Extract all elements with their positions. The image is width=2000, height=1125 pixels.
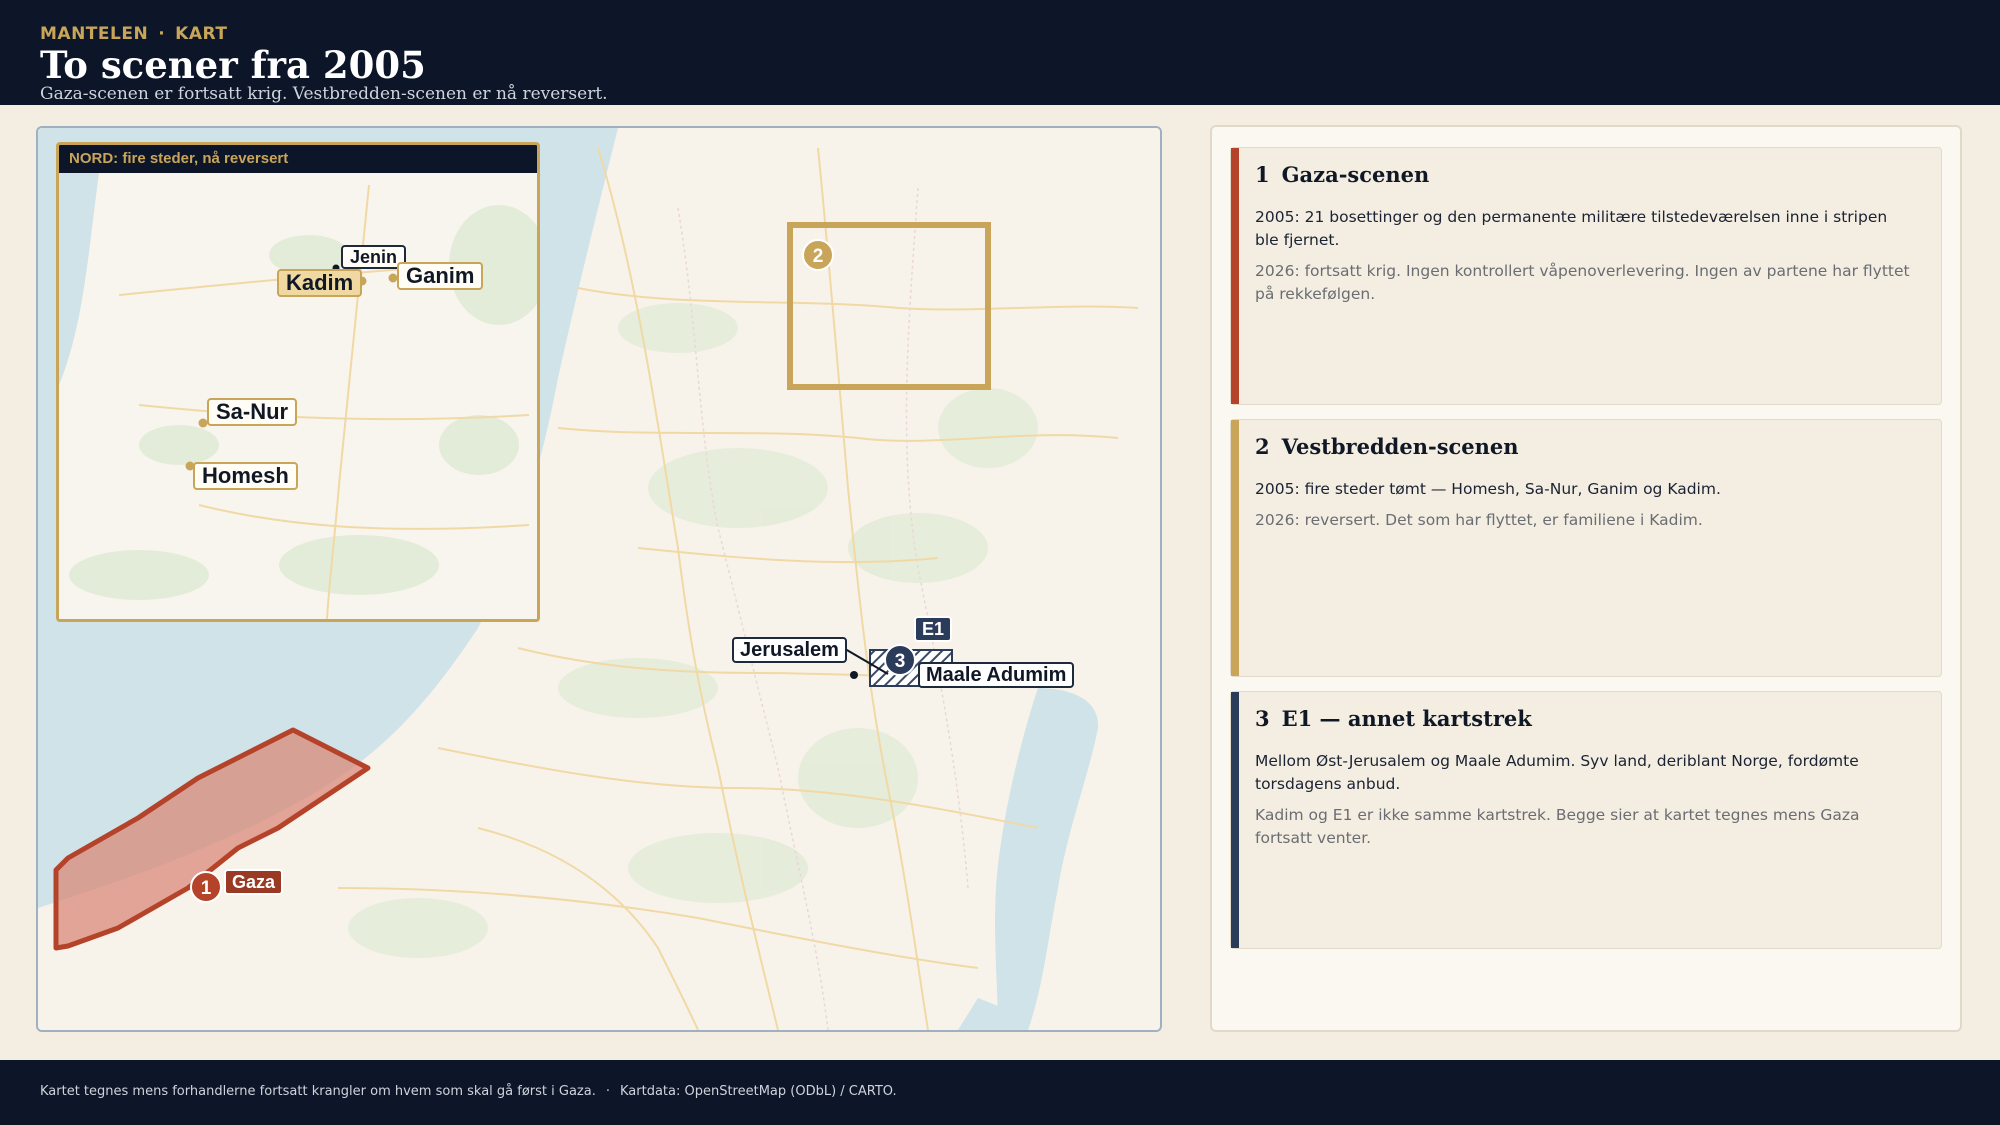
page-title: To scener fra 2005: [40, 43, 426, 87]
card-gaza-scene[interactable]: 1 Gaza-scenen 2005: 21 bosettinger og den…: [1230, 147, 1942, 405]
footer-credit[interactable]: Kartdata: OpenStreetMap (ODbL) / CARTO.: [620, 1084, 897, 1099]
card-title: 2 Vestbredden-scenen: [1255, 434, 1519, 459]
section-kicker: MANTELEN · KART: [40, 24, 227, 44]
card-number: 3: [1255, 706, 1270, 731]
marker-2[interactable]: 2: [802, 239, 834, 271]
card-number: 2: [1255, 434, 1270, 459]
kicker-section[interactable]: MANTELEN: [40, 24, 148, 44]
card-number: 1: [1255, 162, 1270, 187]
card-title: 1 Gaza-scenen: [1255, 162, 1429, 187]
inset-basemap: [59, 145, 537, 619]
inset-label-kadim[interactable]: Kadim: [277, 269, 363, 297]
marker-1[interactable]: 1: [190, 871, 222, 903]
footer-separator: ·: [605, 1084, 610, 1099]
e1-label[interactable]: E1: [914, 616, 953, 642]
inset-label-ganim[interactable]: Ganim: [397, 262, 484, 290]
footer-note: Kartet tegnes mens forhandlerne fortsatt…: [40, 1084, 596, 1099]
map-panel[interactable]: 2 Jerusalem E1 3 Maale Adumim 1 Gaza NOR…: [36, 126, 1162, 1032]
card-text-2005: 2005: fire steder tømt — Homesh, Sa-Nur,…: [1255, 480, 1721, 498]
card-text-2026: Kadim og E1 er ikke samme kartstrek. Beg…: [1255, 806, 1860, 847]
card-accent-bar: [1231, 148, 1239, 404]
card-text-2026: 2026: fortsatt krig. Ingen kontrollert v…: [1255, 262, 1910, 303]
inset-title: NORD: fire steder, nå reversert: [59, 145, 537, 173]
card-text-2005: 2005: 21 bosettinger og den permanente m…: [1255, 208, 1888, 249]
page-footer: Kartet tegnes mens forhandlerne fortsatt…: [0, 1060, 2000, 1125]
card-title-text: Gaza-scenen: [1281, 162, 1430, 187]
maale-adumim-label[interactable]: Maale Adumim: [918, 662, 1075, 688]
north-inset[interactable]: NORD: fire steder, nå reversert Jenin Ka…: [56, 142, 540, 622]
card-e1[interactable]: 3 E1 — annet kartstrek Mellom Øst-Jerusal…: [1230, 691, 1942, 949]
page-header: MANTELEN · KART To scener fra 2005 Gaza-sc…: [0, 0, 2000, 105]
scenes-panel: 1 Gaza-scenen 2005: 21 bosettinger og den…: [1210, 125, 1962, 1032]
gaza-label[interactable]: Gaza: [224, 869, 284, 895]
card-title-text: E1 — annet kartstrek: [1281, 706, 1532, 731]
inset-label-homesh[interactable]: Homesh: [193, 462, 298, 490]
page-subtitle: Gaza-scenen er fortsatt krig. Vestbredde…: [40, 84, 608, 104]
card-text-2005: Mellom Øst-Jerusalem og Maale Adumim. Sy…: [1255, 752, 1859, 793]
inset-label-sa-nur[interactable]: Sa-Nur: [207, 398, 298, 426]
jerusalem-point: [850, 671, 858, 679]
card-accent-bar: [1231, 692, 1239, 948]
kicker-category[interactable]: KART: [175, 24, 227, 44]
kicker-separator: ·: [158, 24, 166, 44]
card-title: 3 E1 — annet kartstrek: [1255, 706, 1532, 731]
card-west-bank-scene[interactable]: 2 Vestbredden-scenen 2005: fire steder tø…: [1230, 419, 1942, 677]
marker-3[interactable]: 3: [884, 644, 916, 676]
card-text-2026: 2026: reversert. Det som har flyttet, er…: [1255, 511, 1703, 529]
jerusalem-label[interactable]: Jerusalem: [732, 637, 847, 663]
card-title-text: Vestbredden-scenen: [1281, 434, 1519, 459]
card-accent-bar: [1231, 420, 1239, 676]
footer-text: Kartet tegnes mens forhandlerne fortsatt…: [40, 1084, 897, 1099]
